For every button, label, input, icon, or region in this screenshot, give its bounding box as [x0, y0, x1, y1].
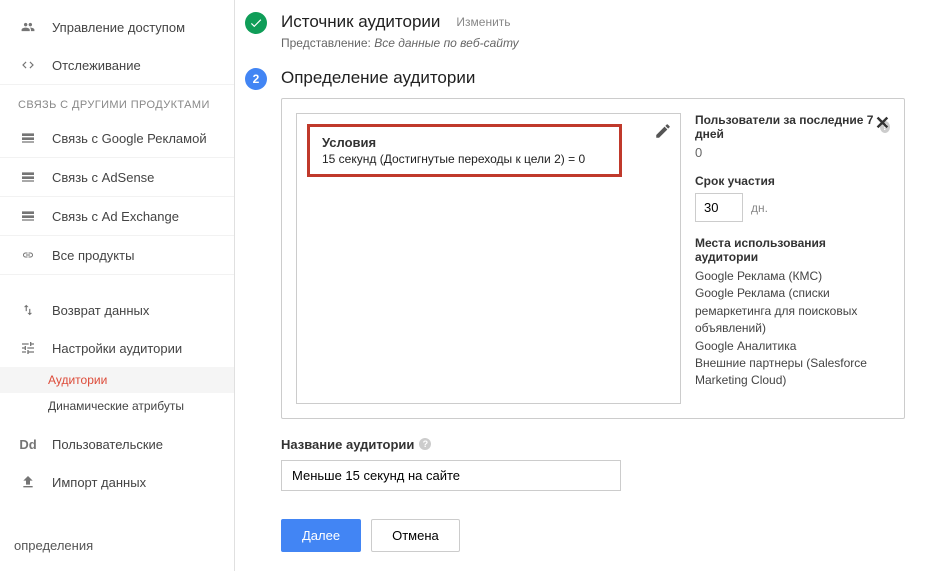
- places-label: Места использования аудитории: [695, 236, 890, 264]
- conditions-title: Условия: [322, 135, 607, 150]
- nav-label: Управление доступом: [52, 20, 185, 35]
- duration-label: Срок участия: [695, 174, 890, 188]
- audience-name-section: Название аудитории ?: [281, 437, 905, 491]
- section-header: СВЯЗЬ С ДРУГИМИ ПРОДУКТАМИ: [0, 85, 234, 119]
- nav-access-management[interactable]: Управление доступом: [0, 8, 234, 46]
- main-content: Источник аудитории Изменить Представлени…: [235, 0, 933, 571]
- nav-label: Отслеживание: [52, 58, 141, 73]
- nav-adexchange-link[interactable]: Связь с Ad Exchange: [0, 197, 234, 236]
- nav-adsense-link[interactable]: Связь с AdSense: [0, 158, 234, 197]
- nav-label: Связь с Google Рекламой: [52, 131, 207, 146]
- step-audience-definition: 2 Определение аудитории Условия 15 секун…: [245, 68, 905, 419]
- button-row: Далее Отмена: [281, 519, 905, 552]
- upload-icon: [18, 473, 38, 491]
- nav-data-return[interactable]: Возврат данных: [0, 291, 234, 329]
- close-icon[interactable]: ✕: [875, 113, 890, 134]
- users-label: Пользователи за последние 7 дней ?: [695, 113, 890, 141]
- duration-unit: дн.: [751, 201, 768, 215]
- nav-custom[interactable]: Dd Пользовательские: [0, 425, 234, 463]
- grid-icon: [18, 129, 38, 147]
- link-icon: [18, 246, 38, 264]
- change-link[interactable]: Изменить: [456, 15, 510, 29]
- users-value: 0: [695, 145, 890, 160]
- side-panel: ✕ Пользователи за последние 7 дней ? 0 С…: [695, 113, 890, 404]
- name-label: Название аудитории ?: [281, 437, 905, 452]
- sub-dynamic-attributes[interactable]: Динамические атрибуты: [0, 393, 234, 419]
- nav-all-products[interactable]: Все продукты: [0, 236, 234, 275]
- grid-icon: [18, 207, 38, 225]
- arrows-icon: [18, 301, 38, 319]
- step1-sub: Представление: Все данные по веб-сайту: [281, 36, 905, 50]
- places-list: Google Реклама (КМС)Google Реклама (спис…: [695, 268, 890, 390]
- nav-label: Связь с AdSense: [52, 170, 154, 185]
- grid-icon: [18, 168, 38, 186]
- overlay-text: определения: [14, 538, 93, 553]
- conditions-text: 15 секунд (Достигнутые переходы к цели 2…: [322, 152, 607, 166]
- step-number-icon: 2: [245, 68, 267, 90]
- nav-label: Связь с Ad Exchange: [52, 209, 179, 224]
- nav-label: Настройки аудитории: [52, 341, 182, 356]
- nav-label: Импорт данных: [52, 475, 146, 490]
- nav-audience-settings[interactable]: Настройки аудитории: [0, 329, 234, 367]
- duration-input[interactable]: [695, 193, 743, 222]
- sub-audiences[interactable]: Аудитории: [0, 367, 234, 393]
- help-icon[interactable]: ?: [419, 438, 431, 450]
- definition-card: Условия 15 секунд (Достигнутые переходы …: [281, 98, 905, 419]
- step-audience-source: Источник аудитории Изменить Представлени…: [245, 12, 905, 50]
- sliders-icon: [18, 339, 38, 357]
- conditions-box: Условия 15 секунд (Достигнутые переходы …: [307, 124, 622, 177]
- nav-label: Все продукты: [52, 248, 134, 263]
- nav-label: Возврат данных: [52, 303, 149, 318]
- nav-label: Пользовательские: [52, 437, 163, 452]
- sidebar: Управление доступом Отслеживание СВЯЗЬ С…: [0, 0, 235, 571]
- step2-title: Определение аудитории: [281, 68, 475, 88]
- check-icon: [245, 12, 267, 34]
- next-button[interactable]: Далее: [281, 519, 361, 552]
- nav-google-ads-link[interactable]: Связь с Google Рекламой: [0, 119, 234, 158]
- nav-import[interactable]: Импорт данных: [0, 463, 234, 501]
- step1-title: Источник аудитории: [281, 12, 440, 32]
- nav-tracking[interactable]: Отслеживание: [0, 46, 234, 85]
- audience-name-input[interactable]: [281, 460, 621, 491]
- dd-icon: Dd: [18, 435, 38, 453]
- edit-icon[interactable]: [654, 122, 672, 143]
- definition-editor: Условия 15 секунд (Достигнутые переходы …: [296, 113, 681, 404]
- people-icon: [18, 18, 38, 36]
- cancel-button[interactable]: Отмена: [371, 519, 460, 552]
- code-icon: [18, 56, 38, 74]
